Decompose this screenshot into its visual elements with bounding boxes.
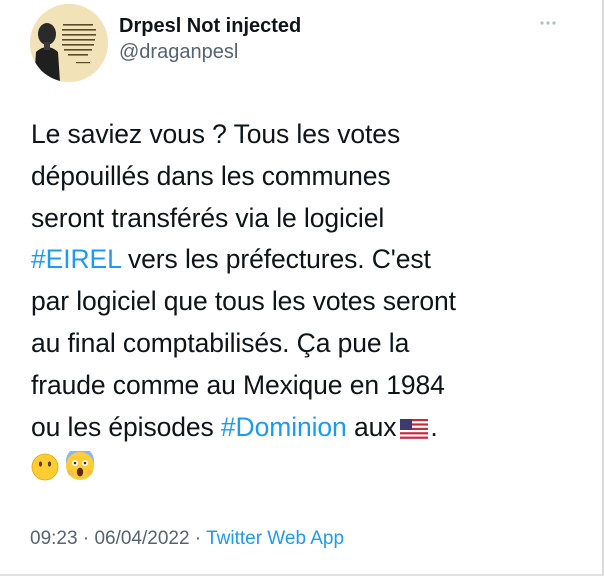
tweet-text-segment: ou les épisodes [31,411,221,442]
separator-dot: · [189,528,207,549]
tweet-line: par logiciel que tous les votes seront [31,286,456,317]
tweet-line: seront transférés via le logiciel [31,202,385,233]
tweet-line: ou les épisodes #Dominion aux . [31,407,576,449]
tweet-time[interactable]: 09:23 [30,528,78,549]
tweet-line: dépouillés dans les communes [31,160,391,191]
more-dots-icon[interactable] [538,16,558,30]
hashtag-link-dominion[interactable]: #Dominion [221,412,347,442]
face-without-mouth-icon [31,452,59,494]
us-flag-icon [400,410,429,452]
author-names: Drpesl Not injected @draganpesl [119,14,301,64]
tweet-line: au final comptabilisés. Ça pue la [31,327,410,358]
tweet-text: Le saviez vous ? Tous les votes dépouill… [31,114,576,490]
separator-dot: · [77,528,95,549]
avatar[interactable] [30,4,108,82]
display-name[interactable]: Drpesl Not injected [119,14,301,38]
username-handle[interactable]: @draganpesl [119,40,301,64]
tweet-text-segment: aux [346,411,397,442]
emoji-line [31,447,576,490]
tweet-line: fraude comme au Mexique en 1984 [31,369,445,400]
hashtag-link-eirel[interactable]: #EIREL [31,244,121,274]
tweet-text-segment: vers les préfectures. C'est [120,244,431,275]
tweet-source-link[interactable]: Twitter Web App [206,528,344,549]
tweet-metadata: 09:23 · 06/04/2022 · Twitter Web App [30,528,344,550]
tweet-date[interactable]: 06/04/2022 [94,528,189,549]
tweet-header: Drpesl Not injected @draganpesl [30,4,570,84]
tweet-line: #EIREL vers les préfectures. C'est [31,239,576,281]
tweet-text-segment: . [430,411,438,442]
profile-portrait-icon [30,4,108,82]
tweet-line: Le saviez vous ? Tous les votes [31,119,401,149]
face-screaming-icon [65,447,95,494]
tweet-card: Drpesl Not injected @draganpesl Le savie… [0,0,604,576]
